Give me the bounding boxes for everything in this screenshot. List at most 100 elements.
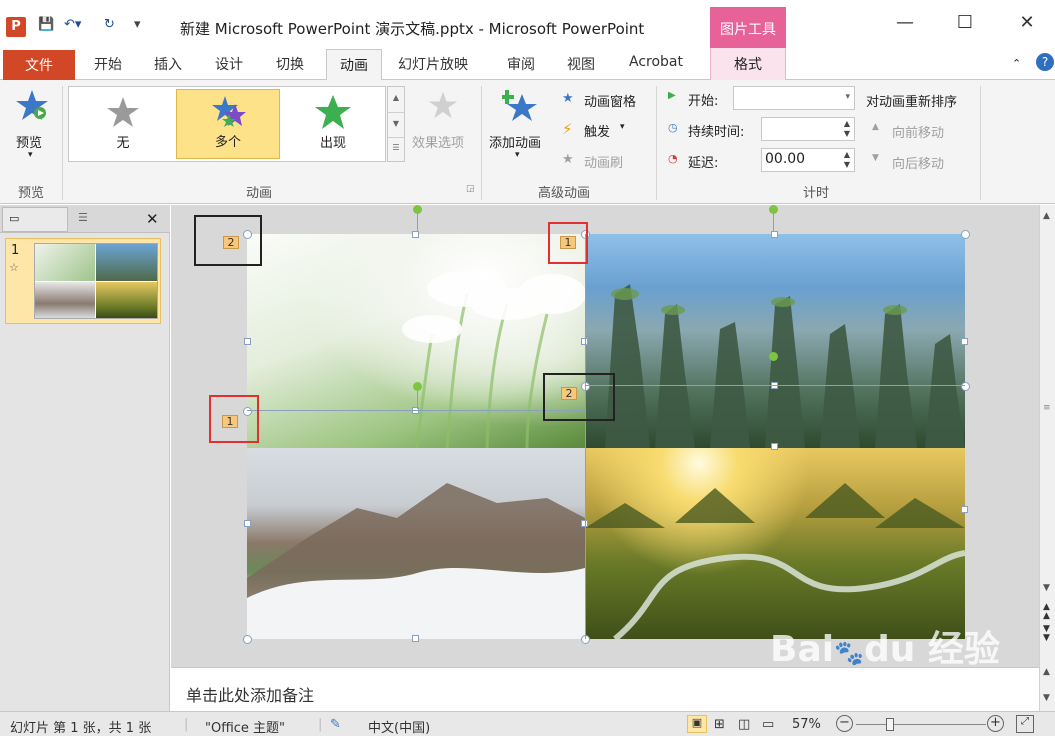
rotation-handle[interactable] [769,205,778,214]
normal-view-icon[interactable]: ▣ [687,715,707,733]
animation-multiple[interactable]: 多个 [176,89,280,159]
save-icon[interactable]: 💾 [38,17,54,32]
animation-order-tag[interactable]: 1 [222,415,238,428]
tab-format[interactable]: 格式 [710,48,786,80]
redo-icon[interactable]: ↻ [104,17,115,32]
tab-file[interactable]: 文件 [3,50,75,80]
duration-input[interactable]: ▲ ▼ [761,117,855,141]
animation-order-tag[interactable]: 1 [560,236,576,249]
gallery-more-icon[interactable]: ☰ [388,137,404,161]
animation-pane-button[interactable]: ★ 动画窗格 [560,90,652,110]
maximize-button[interactable]: ☐ [950,12,980,33]
resize-handle[interactable] [412,231,419,238]
tab-animations[interactable]: 动画 [326,49,382,81]
move-later-button[interactable]: ▼ 向后移动 [870,152,970,172]
zoom-slider-thumb[interactable] [886,718,894,731]
resize-handle[interactable] [771,231,778,238]
previous-slide-icon[interactable]: ▲ ▲ [1043,603,1050,621]
animation-appear[interactable]: 出现 [281,89,385,159]
theme-name[interactable]: "Office 主题" [205,717,285,736]
animation-order-tag[interactable]: 2 [223,236,239,249]
reading-view-icon[interactable]: ◫ [738,717,750,732]
slide-canvas[interactable] [243,205,970,644]
resize-handle[interactable] [961,338,968,345]
rotation-handle[interactable] [413,205,422,214]
delay-spinner-icon[interactable]: ▲ ▼ [844,150,850,170]
tab-design[interactable]: 设计 [215,54,243,74]
minimize-ribbon-icon[interactable]: ⌃ [1012,57,1021,70]
gallery-scroll[interactable]: ▲ ▼ ☰ [387,86,405,162]
minimize-button[interactable]: — [890,12,920,33]
tab-slideshow[interactable]: 幻灯片放映 [398,54,468,74]
start-label: 开始: [688,94,719,109]
resize-handle[interactable] [961,382,970,391]
duration-label: 持续时间: [688,125,745,140]
animation-order-tag[interactable]: 2 [561,387,577,400]
photo-flowers[interactable] [247,234,585,448]
notes-scroll-up-icon[interactable]: ▲ [1043,667,1050,677]
slide-sorter-icon[interactable]: ⊞ [714,717,725,732]
trigger-button[interactable]: ⚡ 触发 ▾ [560,120,652,140]
duration-spinner-icon[interactable]: ▲ ▼ [844,119,850,139]
tab-review[interactable]: 审阅 [507,54,535,74]
animation-painter-button[interactable]: ★ 动画刷 [560,151,652,171]
powerpoint-app-icon[interactable]: P [6,17,26,37]
rotation-handle[interactable] [769,352,778,361]
help-icon[interactable]: ? [1036,53,1054,71]
slide-thumbnail-item[interactable]: 1 ☆ [5,238,161,324]
effect-star-icon [428,91,458,119]
rotation-handle[interactable] [413,382,422,391]
zoom-out-icon[interactable]: − [836,715,853,732]
resize-handle[interactable] [771,443,778,450]
scroll-down-icon[interactable]: ▼ [1043,583,1050,593]
tab-transitions[interactable]: 切换 [276,54,304,74]
tab-insert[interactable]: 插入 [154,54,182,74]
resize-handle[interactable] [961,230,970,239]
scroll-thumb-grip-icon[interactable]: ≡ [1043,403,1051,413]
resize-handle[interactable] [961,506,968,513]
close-button[interactable]: ✕ [1012,12,1042,33]
customize-quick-access-icon[interactable]: ▾ [134,17,141,32]
spellcheck-icon[interactable]: ✎ [330,717,341,732]
zoom-slider[interactable] [856,724,986,725]
zoom-level[interactable]: 57% [792,717,821,732]
effect-options-button[interactable]: 效果选项 [410,86,476,166]
start-select[interactable]: ▾ [733,86,855,110]
delay-input[interactable]: 00.00 ▲ ▼ [761,148,855,172]
resize-handle[interactable] [244,338,251,345]
rotation-stem [773,212,774,232]
move-later-icon: ▼ [872,153,879,163]
add-animation-button[interactable]: 添加动画 ▾ [487,86,553,166]
slides-tab[interactable]: ▭ [2,207,68,232]
vertical-scrollbar[interactable]: ▲ ≡ ▼ ▲ ▲ ▼ ▼ ▲ ▼ [1039,205,1055,711]
undo-icon[interactable]: ↶▾ [64,17,81,32]
tab-acrobat[interactable]: Acrobat [629,54,683,70]
gallery-up-icon[interactable]: ▲ [388,87,404,112]
add-animation-dropdown-icon[interactable]: ▾ [515,150,520,160]
animation-none[interactable]: 无 [71,89,175,159]
resize-handle[interactable] [412,635,419,642]
preview-dropdown-icon[interactable]: ▾ [28,150,33,160]
slideshow-icon[interactable]: ▭ [762,717,774,732]
photo-mountains[interactable] [585,234,965,448]
slide-editor: 2 1 1 2 [171,205,1039,667]
outline-tab[interactable]: ☰ [70,207,136,232]
photo-clouds-mountain[interactable] [247,448,585,639]
move-earlier-button[interactable]: ▲ 向前移动 [870,121,970,141]
resize-handle[interactable] [244,520,251,527]
next-slide-icon[interactable]: ▼ ▼ [1043,625,1050,643]
photo-sunset-valley[interactable] [585,448,965,639]
zoom-in-icon[interactable]: + [987,715,1004,732]
language[interactable]: 中文(中国) [368,717,430,736]
close-pane-icon[interactable]: ✕ [146,210,159,228]
slides-tab-icon: ▭ [9,212,20,225]
tab-home[interactable]: 开始 [94,54,122,74]
fit-to-window-icon[interactable]: ⤢ [1016,715,1034,733]
notes-scroll-down-icon[interactable]: ▼ [1043,693,1050,703]
tab-view[interactable]: 视图 [567,54,595,74]
gallery-down-icon[interactable]: ▼ [388,112,404,137]
animation-dialog-launcher-icon[interactable]: ◲ [466,184,475,194]
scroll-up-icon[interactable]: ▲ [1043,211,1050,221]
resize-handle[interactable] [243,635,252,644]
preview-button[interactable]: 预览 ▾ [8,86,58,166]
